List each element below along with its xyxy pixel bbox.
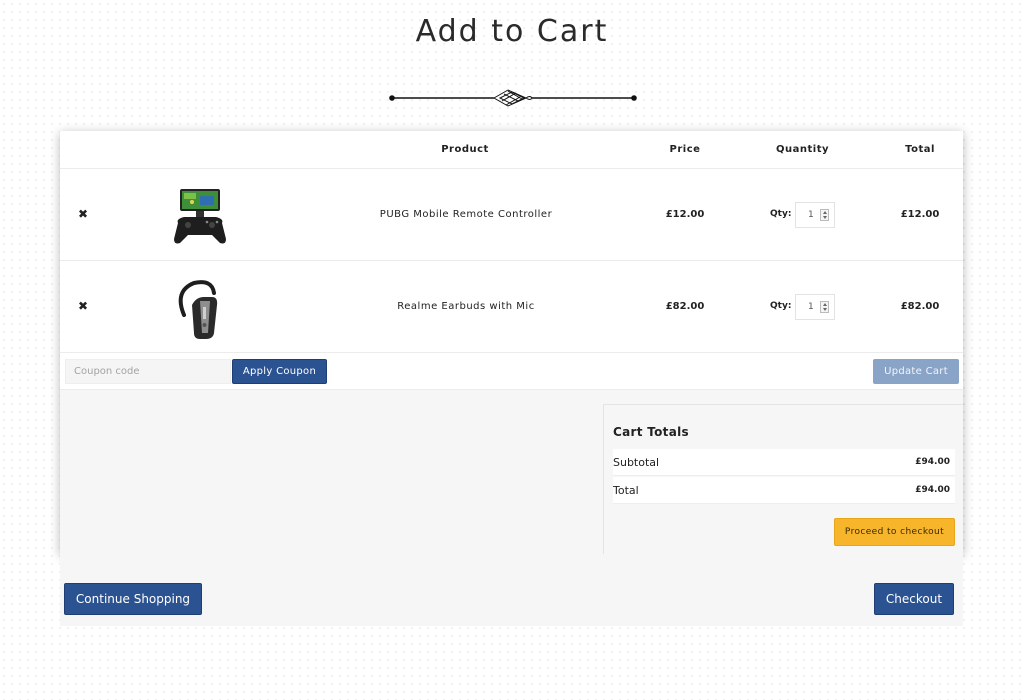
cart-actions: Apply Coupon Update Cart xyxy=(60,353,963,390)
total-value: £94.00 xyxy=(915,485,950,495)
header-quantity: Quantity xyxy=(776,144,829,155)
spinner-arrows-icon[interactable] xyxy=(820,301,829,313)
remove-item-icon[interactable]: ✖ xyxy=(78,207,88,221)
footer-actions: Continue Shopping Checkout xyxy=(60,554,963,626)
product-price: £12.00 xyxy=(665,209,705,220)
subtotal-row: Subtotal £94.00 xyxy=(613,449,955,476)
page-title: Add to Cart xyxy=(415,14,609,49)
subtotal-value: £94.00 xyxy=(915,457,950,467)
proceed-to-checkout-button[interactable]: Proceed to checkout xyxy=(834,518,955,546)
cart-table: Product Price Quantity Total ✖ PUBG Mobi… xyxy=(60,131,963,554)
header-product: Product xyxy=(441,144,489,155)
ornament-divider-icon xyxy=(389,89,637,107)
spinner-arrows-icon[interactable] xyxy=(820,209,829,221)
product-price: £82.00 xyxy=(665,301,705,312)
qty-label: Qty: xyxy=(770,209,792,219)
quantity-stepper[interactable]: 1 xyxy=(795,202,835,228)
product-name[interactable]: PUBG Mobile Remote Controller xyxy=(340,209,592,220)
qty-label: Qty: xyxy=(770,301,792,311)
remove-item-icon[interactable]: ✖ xyxy=(78,299,88,313)
cart-totals-title: Cart Totals xyxy=(613,425,689,439)
checkout-button[interactable]: Checkout xyxy=(874,583,954,615)
product-name[interactable]: Realme Earbuds with Mic xyxy=(340,301,592,312)
cart-totals: Cart Totals Subtotal £94.00 Total £94.00… xyxy=(603,404,963,554)
line-total: £12.00 xyxy=(900,209,940,220)
apply-coupon-button[interactable]: Apply Coupon xyxy=(232,359,327,384)
continue-shopping-button[interactable]: Continue Shopping xyxy=(64,583,202,615)
total-row: Total £94.00 xyxy=(613,477,955,504)
quantity-stepper[interactable]: 1 xyxy=(795,294,835,320)
header-total: Total xyxy=(905,144,935,155)
quantity-value[interactable]: 1 xyxy=(808,302,814,312)
subtotal-label: Subtotal xyxy=(613,456,660,469)
header-price: Price xyxy=(669,144,701,155)
table-row: ✖ Realme Earbuds with Mic £82.00 Qty: 1 … xyxy=(60,261,963,353)
game-controller-icon[interactable] xyxy=(170,183,230,247)
update-cart-button[interactable]: Update Cart xyxy=(873,359,959,384)
table-row: ✖ PUBG Mobile Remote Controller £12.00 Q… xyxy=(60,169,963,261)
quantity-value[interactable]: 1 xyxy=(808,210,814,220)
cart-collaterals: Cart Totals Subtotal £94.00 Total £94.00… xyxy=(60,390,963,554)
total-label: Total xyxy=(613,484,639,497)
table-header: Product Price Quantity Total xyxy=(60,131,963,169)
coupon-code-input[interactable] xyxy=(65,359,231,384)
line-total: £82.00 xyxy=(900,301,940,312)
bluetooth-earpiece-icon[interactable] xyxy=(170,275,230,339)
